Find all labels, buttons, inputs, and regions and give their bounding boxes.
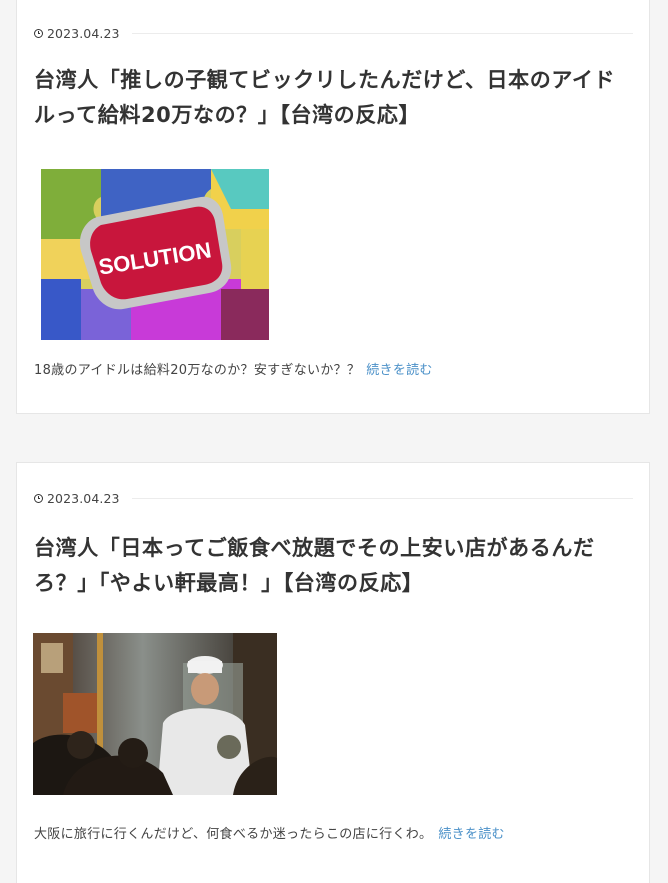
- article-card: 2023.04.23 台湾人「日本ってご飯食べ放題でその上安い店があるんだろ？」…: [16, 462, 650, 883]
- post-date: 2023.04.23: [47, 490, 120, 506]
- restaurant-photo: [33, 633, 277, 795]
- read-more-link[interactable]: 続きを読む: [438, 827, 505, 842]
- post-excerpt: 18歳のアイドルは給料20万なのか？安すぎないか？？ 続きを読む: [34, 359, 633, 378]
- post-title[interactable]: 台湾人「日本ってご飯食べ放題でその上安い店があるんだろ？」「やよい軒最高！」【台…: [34, 531, 631, 601]
- divider: [131, 32, 633, 34]
- article-list: 2023.04.23 台湾人「推しの子観てビックリしたんだけど、日本のアイドルっ…: [0, 0, 668, 883]
- clock-icon: [34, 493, 43, 503]
- clock-icon: [34, 28, 43, 38]
- post-excerpt-text: 大阪に旅行に行くんだけど、何食べるか迷ったらこの店に行くわ。: [34, 827, 433, 842]
- post-thumbnail[interactable]: SOLUTION: [41, 169, 269, 340]
- post-thumbnail[interactable]: [33, 633, 277, 795]
- post-excerpt: 大阪に旅行に行くんだけど、何食べるか迷ったらこの店に行くわ。 続きを読む: [34, 823, 633, 842]
- post-date-row: 2023.04.23: [34, 25, 633, 41]
- post-excerpt-text: 18歳のアイドルは給料20万なのか？安すぎないか？？: [34, 363, 361, 378]
- puzzle-image: SOLUTION: [41, 169, 269, 340]
- divider: [131, 497, 633, 499]
- article-card: 2023.04.23 台湾人「推しの子観てビックリしたんだけど、日本のアイドルっ…: [16, 0, 650, 414]
- post-date-row: 2023.04.23: [34, 490, 633, 506]
- post-title[interactable]: 台湾人「推しの子観てビックリしたんだけど、日本のアイドルって給料20万なの？」【…: [34, 63, 631, 133]
- read-more-link[interactable]: 続きを読む: [366, 363, 433, 378]
- post-date: 2023.04.23: [47, 25, 120, 41]
